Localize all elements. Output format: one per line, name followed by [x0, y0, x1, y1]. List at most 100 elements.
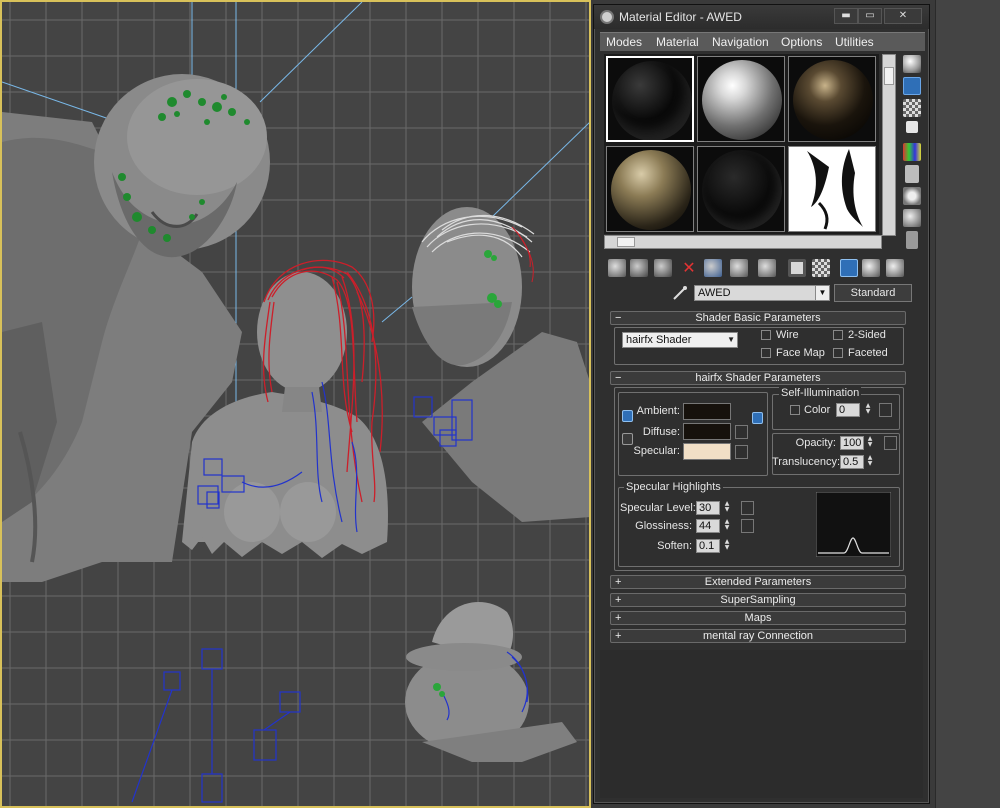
rollout-title: SuperSampling [720, 594, 796, 606]
sample-slot-5[interactable] [697, 146, 785, 232]
bottom-helpers [131, 648, 301, 803]
ambient-color-swatch[interactable] [683, 403, 731, 420]
glossiness-spinner-arrows[interactable]: ▲ ▼ [723, 519, 731, 533]
self-illum-color-checkbox[interactable] [790, 405, 800, 415]
rollout-supersampling[interactable]: + SuperSampling [610, 593, 906, 607]
rollout-shader-basic[interactable]: − Shader Basic Parameters [610, 311, 906, 325]
glossiness-label: Glossiness: [635, 520, 692, 532]
menu-modes[interactable]: Modes [606, 35, 642, 49]
menu-bar: Modes Material Navigation Options Utilit… [600, 32, 925, 51]
sample-slot-3[interactable] [788, 56, 876, 142]
show-map-in-viewport-icon[interactable] [788, 259, 806, 277]
specular-level-value[interactable]: 30 [696, 501, 720, 515]
face-map-checkbox[interactable] [761, 348, 771, 358]
go-sibling-icon[interactable] [886, 259, 904, 277]
faceted-checkbox[interactable] [833, 348, 843, 358]
get-material-icon[interactable] [608, 259, 626, 277]
diffuse-map-button[interactable] [735, 425, 748, 439]
close-button[interactable]: ✕ [884, 8, 922, 24]
uv-tiling-icon[interactable] [906, 121, 918, 133]
lock-ambient-map-icon[interactable] [752, 412, 763, 424]
chevron-down-icon: ▼ [727, 335, 735, 344]
viewport-scene [2, 2, 589, 806]
rollout-title: Extended Parameters [704, 576, 812, 588]
scroll-thumb[interactable] [617, 237, 635, 247]
sample-slot-2[interactable] [697, 56, 785, 142]
soften-value[interactable]: 0.1 [696, 539, 720, 553]
menu-options[interactable]: Options [781, 35, 822, 49]
desktop: Material Editor - AWED ▬ ▭ ✕ Modes Mater… [0, 0, 1000, 808]
sample-slot-1[interactable] [606, 56, 694, 142]
translucency-value[interactable]: 0.5 [840, 455, 864, 469]
rollout-title: Shader Basic Parameters [695, 312, 821, 324]
chevron-down-icon[interactable]: ▼ [815, 286, 829, 300]
two-sided-checkbox[interactable] [833, 330, 843, 340]
rollout-extended-parameters[interactable]: + Extended Parameters [610, 575, 906, 589]
soften-spinner-arrows[interactable]: ▲ ▼ [723, 539, 731, 553]
put-to-scene-icon[interactable] [630, 259, 648, 277]
material-id-navigator-icon[interactable] [906, 231, 918, 249]
go-to-parent-icon[interactable] [840, 259, 858, 277]
specular-map-button[interactable] [735, 445, 748, 459]
opacity-spinner-arrows[interactable]: ▲ ▼ [866, 436, 874, 450]
rollout-toggle-sign: + [615, 612, 622, 624]
menu-utilities[interactable]: Utilities [835, 35, 874, 49]
show-end-result-icon[interactable] [812, 259, 830, 277]
backlight-icon[interactable] [903, 77, 921, 95]
material-id-channel-icon[interactable] [758, 259, 776, 277]
wire-label: Wire [776, 329, 799, 341]
minimize-button[interactable]: ▬ [834, 8, 858, 24]
rollout-hairfx-shader[interactable]: − hairfx Shader Parameters [610, 371, 906, 385]
select-by-material-icon[interactable] [903, 209, 921, 227]
go-forward-to-sibling-icon[interactable] [862, 259, 880, 277]
opacity-value[interactable]: 100 [840, 436, 864, 450]
pick-material-icon[interactable] [672, 286, 688, 300]
sample-slots [604, 54, 879, 234]
menu-navigation[interactable]: Navigation [712, 35, 769, 49]
slots-horizontal-scrollbar[interactable] [604, 235, 882, 249]
maximize-button[interactable]: ▭ [858, 8, 882, 24]
translucency-spinner-arrows[interactable]: ▲ ▼ [866, 455, 874, 469]
menu-material[interactable]: Material [656, 35, 699, 49]
scroll-thumb[interactable] [884, 67, 894, 85]
rollout-mental-ray-connection[interactable]: + mental ray Connection [610, 629, 906, 643]
specular-color-swatch[interactable] [683, 443, 731, 460]
diffuse-label: Diffuse: [642, 426, 680, 438]
background-icon[interactable] [903, 99, 921, 117]
put-to-library-icon[interactable] [730, 259, 748, 277]
make-preview-icon[interactable] [905, 165, 919, 183]
options-icon[interactable] [903, 187, 921, 205]
rollout-maps[interactable]: + Maps [610, 611, 906, 625]
self-illum-map-button[interactable] [879, 403, 892, 417]
empty-panel-area [600, 650, 923, 798]
rollout-toggle-sign: + [615, 630, 622, 642]
material-name-field[interactable]: AWED ▼ [694, 285, 830, 301]
specular-level-spinner-arrows[interactable]: ▲ ▼ [723, 501, 731, 515]
make-unique-icon[interactable] [704, 259, 722, 277]
sample-slot-4[interactable] [606, 146, 694, 232]
perspective-viewport[interactable] [0, 0, 591, 808]
wire-checkbox[interactable] [761, 330, 771, 340]
glossiness-value[interactable]: 44 [696, 519, 720, 533]
video-color-check-icon[interactable] [903, 143, 921, 161]
shader-dropdown[interactable]: hairfx Shader ▼ [622, 332, 738, 348]
self-illum-spinner-arrows[interactable]: ▲ ▼ [864, 403, 872, 417]
glossiness-map-button[interactable] [741, 519, 754, 533]
sample-slot-6[interactable] [788, 146, 876, 232]
specular-level-map-button[interactable] [741, 501, 754, 515]
sample-type-icon[interactable] [903, 55, 921, 73]
hair-preview-icon [807, 149, 863, 230]
assign-to-selection-icon[interactable] [654, 259, 672, 277]
material-name-value: AWED [698, 287, 731, 299]
diffuse-color-swatch[interactable] [683, 423, 731, 440]
material-type-button[interactable]: Standard [834, 284, 912, 302]
title-bar[interactable]: Material Editor - AWED ▬ ▭ ✕ [594, 5, 929, 29]
reset-map-icon[interactable]: ✕ [680, 259, 698, 277]
slots-vertical-scrollbar[interactable] [882, 54, 896, 236]
self-illum-value[interactable]: 0 [836, 403, 860, 417]
rollout-title: mental ray Connection [702, 630, 814, 642]
face-map-label: Face Map [776, 347, 825, 359]
hat-man-model [405, 602, 577, 762]
material-editor-window: Material Editor - AWED ▬ ▭ ✕ Modes Mater… [593, 4, 930, 804]
opacity-map-button[interactable] [884, 436, 897, 450]
